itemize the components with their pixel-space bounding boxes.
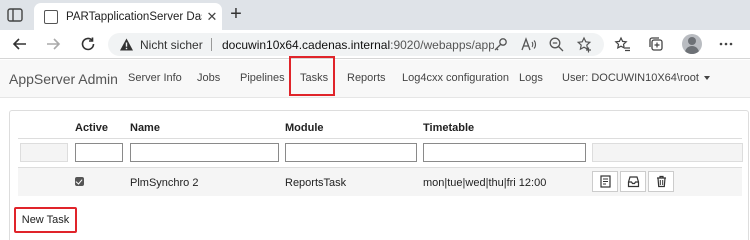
url-text[interactable]: docuwin10x64.cadenas.internal:9020/webap…	[222, 38, 494, 52]
user-menu[interactable]: User: DOCUWIN10X64\root	[562, 72, 710, 84]
tab-title: PARTapplicationServer Dashboard	[66, 10, 202, 23]
add-favorite-icon[interactable]	[576, 36, 593, 53]
nav-server-info[interactable]: Server Info	[128, 72, 182, 84]
header-divider	[18, 138, 742, 139]
tab-actions-icon[interactable]	[6, 6, 24, 24]
filter-name-input[interactable]	[130, 143, 279, 162]
collections-icon[interactable]	[646, 34, 666, 54]
reload-icon[interactable]	[78, 34, 98, 54]
edit-icon	[599, 175, 611, 188]
warning-icon[interactable]	[119, 37, 134, 52]
app-navbar: AppServer Admin Server Info Jobs Pipelin…	[0, 60, 750, 98]
tab-close-icon[interactable]: ✕	[202, 9, 222, 25]
nav-jobs[interactable]: Jobs	[197, 72, 220, 84]
row-active-checkbox[interactable]	[75, 177, 84, 186]
browser-toolbar: Nicht sicher docuwin10x64.cadenas.intern…	[0, 30, 750, 59]
new-task-button[interactable]: New Task	[14, 207, 77, 233]
profile-avatar[interactable]	[682, 34, 702, 54]
nav-pipelines[interactable]: Pipelines	[240, 72, 285, 84]
filter-module-input[interactable]	[285, 143, 417, 162]
row-name: PlmSynchro 2	[130, 177, 199, 189]
address-bar[interactable]: Nicht sicher docuwin10x64.cadenas.intern…	[108, 33, 604, 56]
page-favicon-icon	[44, 9, 58, 24]
favorites-icon[interactable]	[612, 34, 632, 54]
delete-task-button[interactable]	[648, 171, 674, 192]
nav-log4cxx-configuration[interactable]: Log4cxx configuration	[402, 72, 509, 84]
filter-active-input[interactable]	[75, 143, 123, 162]
tasks-highlight-box	[289, 56, 335, 96]
column-header-name: Name	[130, 122, 160, 134]
zoom-out-icon[interactable]	[548, 36, 565, 53]
url-path: :9020/webapps/appse...	[390, 38, 494, 52]
more-menu-icon[interactable]	[716, 34, 736, 54]
nav-logs[interactable]: Logs	[519, 72, 543, 84]
edit-task-button[interactable]	[592, 171, 618, 192]
url-host: docuwin10x64.cadenas.internal	[222, 38, 391, 52]
run-task-button[interactable]	[620, 171, 646, 192]
nav-reports[interactable]: Reports	[347, 72, 386, 84]
app-brand[interactable]: AppServer Admin	[9, 71, 118, 87]
back-icon[interactable]	[10, 34, 30, 54]
browser-tab-strip: PARTapplicationServer Dashboard ✕ +	[0, 0, 750, 30]
browser-tab[interactable]: PARTapplicationServer Dashboard ✕	[34, 3, 222, 30]
column-header-timetable: Timetable	[423, 122, 475, 134]
column-header-module: Module	[285, 122, 324, 134]
user-menu-label: User: DOCUWIN10X64\root	[562, 72, 699, 84]
filter-timetable-input[interactable]	[423, 143, 586, 162]
key-icon[interactable]	[492, 36, 509, 53]
row-module: ReportsTask	[285, 177, 347, 189]
inbox-icon	[627, 176, 639, 188]
read-aloud-icon[interactable]	[520, 36, 537, 53]
new-tab-button[interactable]: +	[226, 4, 246, 25]
filter-actions-placeholder	[592, 143, 743, 162]
forward-icon[interactable]	[43, 34, 63, 54]
trash-icon	[656, 175, 666, 188]
caret-down-icon	[703, 76, 710, 81]
column-header-active: Active	[75, 122, 109, 134]
row-timetable: mon|tue|wed|thu|fri 12:00	[423, 177, 547, 189]
filter-placeholder	[20, 143, 68, 162]
address-separator	[211, 38, 212, 51]
security-status[interactable]: Nicht sicher	[140, 38, 203, 52]
